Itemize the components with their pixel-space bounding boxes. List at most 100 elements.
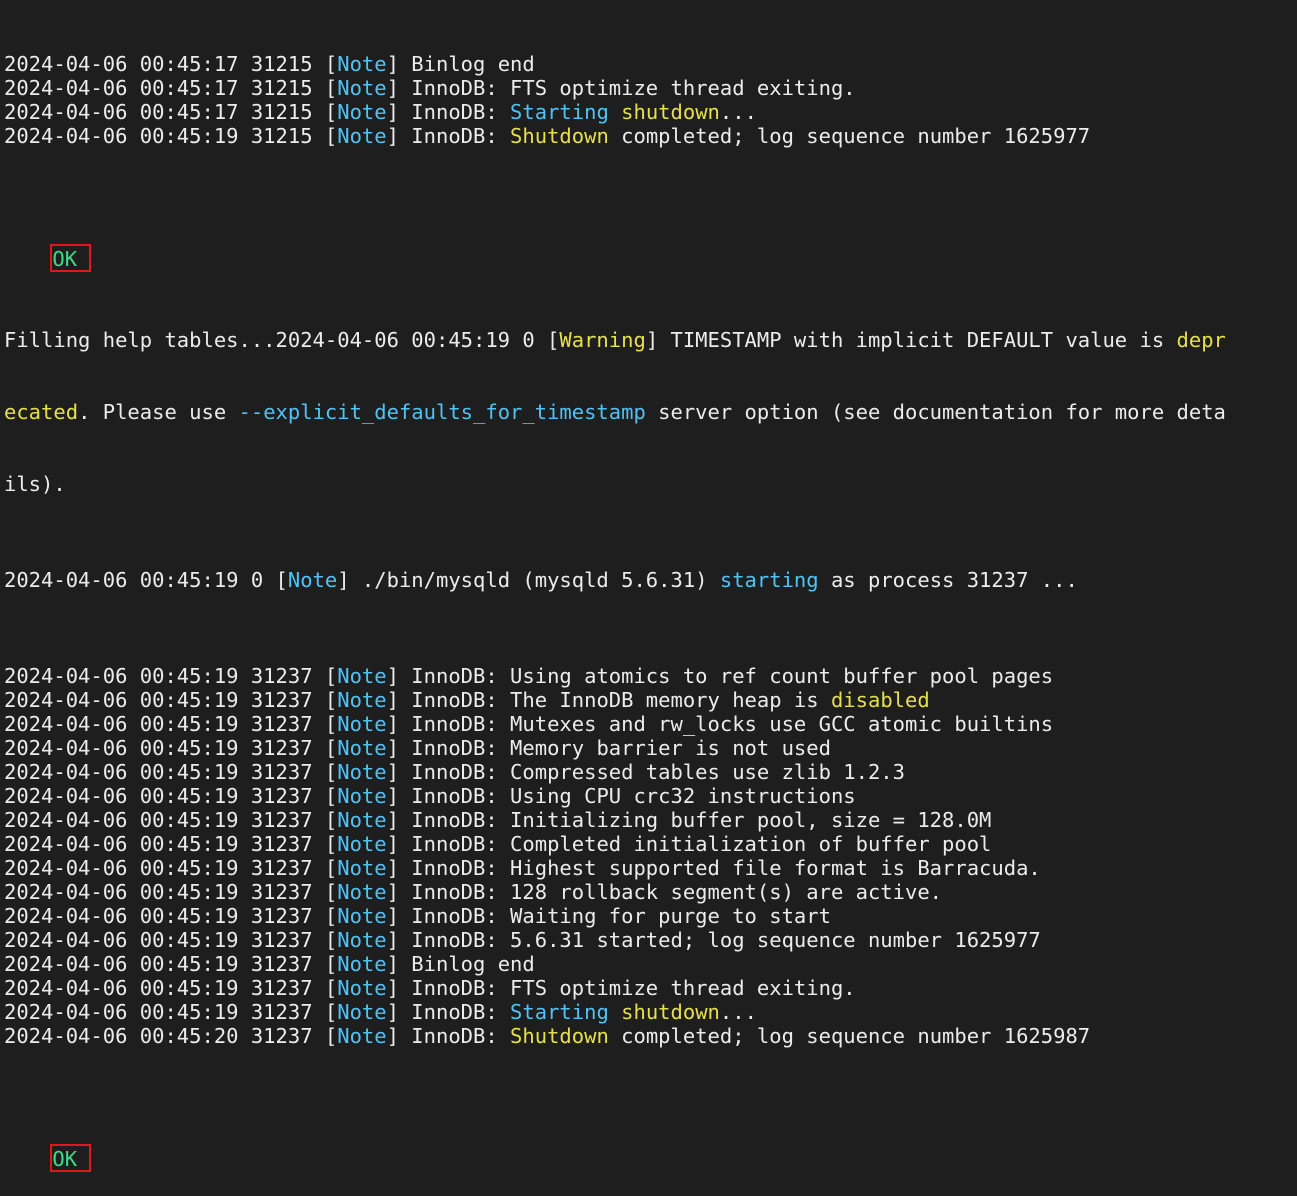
log-line: 2024-04-06 00:45:19 31237 [Note] InnoDB:…: [4, 1000, 1297, 1024]
log-block-first-shutdown: 2024-04-06 00:45:17 31215 [Note] Binlog …: [4, 52, 1297, 148]
terminal-output[interactable]: 2024-04-06 00:45:17 31215 [Note] Binlog …: [0, 0, 1297, 1172]
log-text: ] InnoDB: FTS optimize thread exiting.: [386, 976, 856, 1000]
log-text: ] InnoDB:: [386, 100, 511, 124]
log-keyword: Starting: [510, 100, 609, 124]
log-text: ] InnoDB: Waiting for purge to start: [386, 904, 831, 928]
log-timestamp: 2024-04-06 00:45:20 31237 [: [4, 1024, 338, 1048]
log-text: ] InnoDB: Mutexes and rw_locks use GCC a…: [386, 712, 1054, 736]
log-line: 2024-04-06 00:45:17 31215 [Note] InnoDB:…: [4, 100, 1297, 124]
note-tag: Note: [287, 568, 338, 592]
log-line: 2024-04-06 00:45:19 31237 [Note] InnoDB:…: [4, 832, 1297, 856]
log-text: ] InnoDB: Compressed tables use zlib 1.2…: [386, 760, 905, 784]
deprecated-keyword: ecated: [4, 400, 79, 424]
log-line: 2024-04-06 00:45:17 31215 [Note] InnoDB:…: [4, 76, 1297, 100]
log-timestamp: 2024-04-06 00:45:19 31237 [: [4, 832, 338, 856]
log-keyword: Shutdown: [510, 1024, 609, 1048]
log-keyword: shutdown: [621, 100, 720, 124]
log-line: 2024-04-06 00:45:19 31237 [Note] InnoDB:…: [4, 880, 1297, 904]
log-timestamp: 2024-04-06 00:45:19 31237 [: [4, 904, 338, 928]
log-timestamp: 2024-04-06 00:45:19 31237 [: [4, 688, 338, 712]
log-text: completed; log sequence number 1625977: [608, 124, 1091, 148]
log-line: 2024-04-06 00:45:19 31237 [Note] InnoDB:…: [4, 736, 1297, 760]
log-line: 2024-04-06 00:45:20 31237 [Note] InnoDB:…: [4, 1024, 1297, 1048]
log-line: 2024-04-06 00:45:19 31237 [Note] InnoDB:…: [4, 688, 1297, 712]
log-timestamp: 2024-04-06 00:45:19 31237 [: [4, 712, 338, 736]
log-text: ] InnoDB: Memory barrier is not used: [386, 736, 831, 760]
ok-line-first: OK: [4, 220, 1297, 272]
warning-tag: Warning: [559, 328, 646, 352]
note-tag: Note: [337, 712, 387, 736]
log-timestamp: 2024-04-06 00:45:19 31237 [: [4, 760, 338, 784]
note-tag: Note: [337, 832, 387, 856]
note-tag: Note: [337, 904, 387, 928]
log-timestamp: 2024-04-06 00:45:19 31237 [: [4, 784, 338, 808]
log-text: Filling help tables...2024-04-06 00:45:1…: [4, 328, 560, 352]
log-text: ] ./bin/mysqld (mysqld 5.6.31): [337, 568, 720, 592]
log-timestamp: 2024-04-06 00:45:17 31215 [: [4, 52, 338, 76]
log-text: ] InnoDB: Using CPU crc32 instructions: [386, 784, 856, 808]
note-tag: Note: [337, 76, 387, 100]
log-timestamp: 2024-04-06 00:45:19 31237 [: [4, 1000, 338, 1024]
log-text: ] InnoDB: 5.6.31 started; log sequence n…: [386, 928, 1041, 952]
log-line: 2024-04-06 00:45:19 31237 [Note] InnoDB:…: [4, 808, 1297, 832]
log-text: ...: [719, 1000, 757, 1024]
note-tag: Note: [337, 976, 387, 1000]
log-line: 2024-04-06 00:45:19 31237 [Note] InnoDB:…: [4, 856, 1297, 880]
note-tag: Note: [337, 124, 387, 148]
note-tag: Note: [337, 52, 387, 76]
note-tag: Note: [337, 880, 387, 904]
log-line: 2024-04-06 00:45:19 31237 [Note] InnoDB:…: [4, 760, 1297, 784]
log-timestamp: 2024-04-06 00:45:19 31215 [: [4, 124, 338, 148]
fill-help-line-3: ils).: [4, 472, 1297, 496]
log-timestamp: 2024-04-06 00:45:19 31237 [: [4, 856, 338, 880]
log-text: ] Binlog end: [386, 952, 535, 976]
log-block-second-run: 2024-04-06 00:45:19 31237 [Note] InnoDB:…: [4, 664, 1297, 1048]
log-text: ] InnoDB: Completed initialization of bu…: [386, 832, 992, 856]
log-text: server option (see documentation for mor…: [645, 400, 1226, 424]
log-keyword: Shutdown: [510, 124, 609, 148]
log-text: . Please use: [78, 400, 239, 424]
note-tag: Note: [337, 856, 387, 880]
log-text: ] InnoDB: Initializing buffer pool, size…: [386, 808, 992, 832]
log-line: 2024-04-06 00:45:19 31237 [Note] InnoDB:…: [4, 928, 1297, 952]
log-line: 2024-04-06 00:45:17 31215 [Note] Binlog …: [4, 52, 1297, 76]
log-text: ] InnoDB: Highest supported file format …: [386, 856, 1041, 880]
mysqld-start-line: 2024-04-06 00:45:19 0 [Note] ./bin/mysql…: [4, 568, 1297, 592]
deprecated-keyword: depr: [1176, 328, 1226, 352]
log-text: ] InnoDB:: [386, 1000, 511, 1024]
log-text: ] InnoDB: Using atomics to ref count buf…: [386, 664, 1054, 688]
note-tag: Note: [337, 808, 387, 832]
ok-status-highlighted: OK: [50, 244, 92, 272]
log-line: 2024-04-06 00:45:19 31237 [Note] Binlog …: [4, 952, 1297, 976]
note-tag: Note: [337, 928, 387, 952]
note-tag: Note: [337, 736, 387, 760]
fill-help-line-2: ecated. Please use --explicit_defaults_f…: [4, 400, 1297, 424]
log-text: 2024-04-06 00:45:19 0 [: [4, 568, 288, 592]
log-keyword: Starting: [510, 1000, 609, 1024]
note-tag: Note: [337, 1024, 387, 1048]
log-line: 2024-04-06 00:45:19 31237 [Note] InnoDB:…: [4, 904, 1297, 928]
log-line: 2024-04-06 00:45:19 31215 [Note] InnoDB:…: [4, 124, 1297, 148]
note-tag: Note: [337, 760, 387, 784]
starting-keyword: starting: [719, 568, 819, 592]
log-timestamp: 2024-04-06 00:45:19 31237 [: [4, 928, 338, 952]
log-text: ] InnoDB:: [386, 124, 511, 148]
log-timestamp: 2024-04-06 00:45:19 31237 [: [4, 952, 338, 976]
ok-line-second: OK: [4, 1120, 1297, 1172]
note-tag: Note: [337, 1000, 387, 1024]
log-timestamp: 2024-04-06 00:45:19 31237 [: [4, 664, 338, 688]
log-text: ] Binlog end: [386, 52, 535, 76]
note-tag: Note: [337, 664, 387, 688]
option-name: --explicit_defaults_for_timestamp: [238, 400, 646, 424]
log-line: 2024-04-06 00:45:19 31237 [Note] InnoDB:…: [4, 784, 1297, 808]
log-text: as process 31237 ...: [818, 568, 1078, 592]
note-tag: Note: [337, 100, 387, 124]
log-keyword: shutdown: [621, 1000, 720, 1024]
log-timestamp: 2024-04-06 00:45:19 31237 [: [4, 808, 338, 832]
log-text: ils).: [4, 472, 66, 496]
log-text: ] InnoDB: The InnoDB memory heap is: [386, 688, 831, 712]
note-tag: Note: [337, 688, 387, 712]
log-line: 2024-04-06 00:45:19 31237 [Note] InnoDB:…: [4, 664, 1297, 688]
